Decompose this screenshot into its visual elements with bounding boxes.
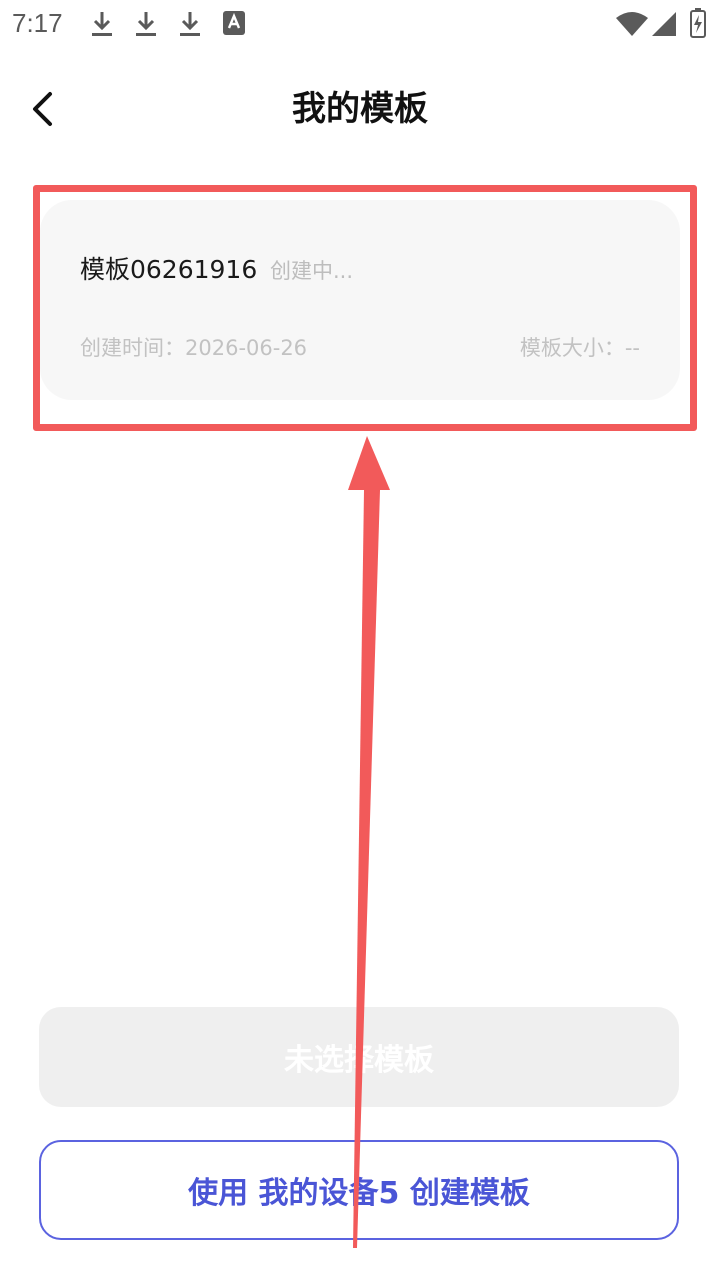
cellular-icon bbox=[652, 12, 676, 36]
no-template-selected-button[interactable]: 未选择模板 bbox=[39, 1007, 679, 1107]
status-time: 7:17 bbox=[12, 8, 63, 38]
download-icon bbox=[180, 12, 200, 36]
template-page: 7:17 我的模板 模板06261916 创建中... 创建时间：2026-06… bbox=[0, 0, 720, 1280]
download-icon bbox=[92, 12, 112, 36]
download-icon bbox=[136, 12, 156, 36]
template-status: 创建中... bbox=[270, 259, 354, 283]
create-template-button[interactable]: 使用 我的设备5 创建模板 bbox=[39, 1140, 679, 1240]
template-name: 模板06261916 bbox=[80, 255, 258, 284]
template-card[interactable]: 模板06261916 创建中... 创建时间：2026-06-26 模板大小：-… bbox=[40, 200, 680, 400]
page-title: 我的模板 bbox=[292, 89, 428, 129]
back-button[interactable] bbox=[22, 84, 66, 134]
template-size: 模板大小：-- bbox=[519, 336, 640, 360]
text-a-icon bbox=[223, 11, 245, 35]
chevron-left-icon bbox=[33, 92, 52, 126]
template-created-time: 创建时间：2026-06-26 bbox=[80, 336, 308, 360]
template-list: 模板06261916 创建中... 创建时间：2026-06-26 模板大小：-… bbox=[40, 200, 680, 400]
status-bar: 7:17 bbox=[0, 0, 720, 48]
battery-charging-icon bbox=[690, 8, 706, 38]
wifi-icon bbox=[616, 12, 648, 36]
